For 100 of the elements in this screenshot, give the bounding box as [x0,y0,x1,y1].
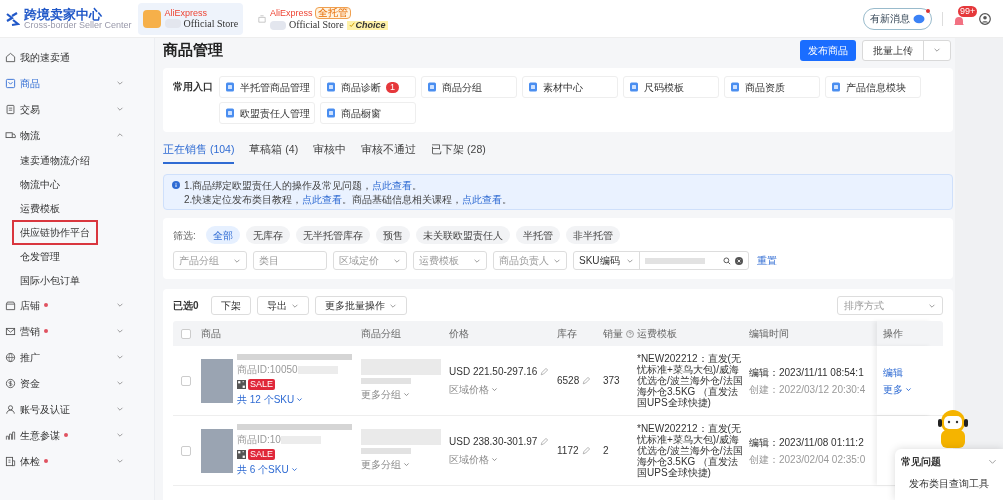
more-groups-link[interactable]: 更多分组 [361,457,449,472]
sidebar-item[interactable]: 交易 [0,96,154,122]
chevron-down-icon [403,461,410,468]
sidebar-subitem[interactable]: 供应链协作平台 [12,219,98,245]
sku-search-field[interactable]: SKU编码 [573,251,749,270]
quick-entry-button[interactable]: 商品资质 [724,76,820,98]
filter-label: 筛选: [173,228,196,243]
view-link[interactable]: 点此查看 [462,194,503,205]
row-checkbox[interactable] [181,375,191,386]
bulk-action-button[interactable]: 下架 [210,296,251,315]
filter-chip[interactable]: 无库存 [245,226,290,244]
sidebar-item[interactable]: 生意参谋 [0,422,154,448]
filter-chip[interactable]: 半托管 [515,226,560,244]
quick-entry-button[interactable]: 欧盟责任人管理 [219,102,315,124]
row-checkbox[interactable] [181,445,191,456]
bulk-action-button[interactable]: 导出 [256,296,309,315]
quick-entry-button[interactable]: 素材中心 [522,76,618,98]
qr-code-icon[interactable] [237,380,246,389]
filter-chip[interactable]: 预售 [375,226,410,244]
chevron-down-icon [403,391,410,398]
sidebar-subitem[interactable]: 速卖通物流介绍 [12,147,98,173]
regional-price-link[interactable]: 区域价格 [449,382,557,397]
sidebar-item[interactable]: 店铺 [0,292,154,318]
bell-icon[interactable] [953,14,965,27]
price: USD 238.30-301.97 [449,434,557,449]
row-checkbox[interactable] [181,328,191,339]
column-header: 销量 [603,327,623,341]
quick-entry-button[interactable]: 尺码模板 [623,76,719,98]
status-tab[interactable]: 审核不通过 [361,142,417,164]
store-brand: AliExpress [164,8,208,18]
sidebar-item[interactable]: 物流 [0,122,154,148]
chevron-down-icon[interactable] [988,457,997,466]
search-icon[interactable] [722,256,731,265]
stock: 6528 [557,373,591,388]
quick-entry-button[interactable]: 商品橱窗 [320,102,416,124]
status-tab[interactable]: 草稿箱 (4) [249,142,299,164]
pencil-icon[interactable] [581,446,590,455]
clear-icon[interactable] [734,256,743,265]
row-action-link[interactable]: 编辑 [883,364,932,380]
user-avatar-icon[interactable] [979,12,991,25]
batch-upload-button[interactable]: 批量上传 [863,40,924,60]
app-icon [326,108,336,118]
sidebar-subitem[interactable]: 国际小包订单 [12,267,88,293]
quick-entry-button[interactable]: 半托管商品管理 [219,76,315,98]
sidebar-item[interactable]: 推广 [0,344,154,370]
chevron-down-icon [491,386,498,393]
sidebar-subitem[interactable]: 仓发管理 [12,243,68,269]
robot-mascot-drawing[interactable] [935,408,971,448]
qr-code-icon[interactable] [237,450,246,459]
quick-entry-button[interactable]: 商品分组 [421,76,517,98]
status-tab[interactable]: 审核中 [313,142,347,164]
filter-chip[interactable]: 非半托管 [565,226,620,244]
help-icon[interactable] [626,329,634,338]
shipping-template: *NEW202212：直发(无忧标准+菜鸟大包)/威海优选仓/波兰海外仓/法国海外仓3.5KG （直发法国UPS全球快捷) [637,353,744,408]
sidebar-item[interactable]: 账号及认证 [0,396,154,422]
column-header: 编辑时间 [749,327,789,341]
chevron-down-icon [116,105,124,113]
category-input[interactable]: 类目 [253,251,327,270]
app-icon [225,82,235,92]
chevron-down-icon [116,301,124,309]
filter-chip[interactable]: 无半托管库存 [295,226,370,244]
photo-placeholder [201,358,233,403]
view-link[interactable]: 点此查看 [372,180,413,191]
bulk-action-button[interactable]: 更多批量操作 [314,296,407,315]
pencil-icon[interactable] [582,376,591,385]
page-title: 商品管理 [163,39,224,60]
regional-price-link[interactable]: 区域价格 [449,452,557,467]
status-tab[interactable]: 正在销售 (104) [163,142,235,164]
quick-entry-button[interactable]: 商品诊断 1 [320,76,416,98]
view-link[interactable]: 点此查看 [302,194,343,205]
publish-button[interactable]: 发布商品 [800,39,856,61]
pencil-icon[interactable] [540,437,549,446]
store-badge: 全托管 [314,7,351,19]
notice-line: 2.快速定位发布类目教程，点此查看。商品基础信息相关课程，点此查看。 [184,193,513,206]
sku-count-link[interactable]: 共 12 个SKU [237,392,352,407]
pencil-icon[interactable] [540,367,549,376]
count-badge: 1 [386,81,399,93]
store-tab[interactable]: AliExpress Official Store [137,2,244,35]
sidebar-item[interactable]: 商品 [0,70,154,96]
status-tab[interactable]: 已下架 (28) [431,142,486,164]
sidebar-subitem[interactable]: 物流中心 [12,171,68,197]
filter-chip[interactable]: 未关联欧盟责任人 [415,226,510,244]
document-icon [5,103,16,115]
help-link[interactable]: 发布类目查询工具 [901,476,997,491]
sidebar-item[interactable]: 资金 [0,370,154,396]
sku-count-link[interactable]: 共 6 个SKU [237,462,352,477]
filter-chip[interactable]: 全部 [205,226,240,244]
sidebar-subitem[interactable]: 运费模板 [12,195,68,221]
more-groups-link[interactable]: 更多分组 [361,387,449,402]
sidebar-item[interactable]: 我的速卖通 [0,44,154,70]
sidebar-item[interactable]: 营销 [0,318,154,344]
chevron-down-icon [296,396,304,403]
quick-entry-button[interactable]: 产品信息模块 [825,76,921,98]
bar-chart-icon [5,429,16,441]
message-button[interactable]: 有新消息 [863,7,932,30]
reset-link[interactable]: 重置 [756,253,777,268]
sidebar-item[interactable]: 体检 [0,448,154,474]
row-action-link[interactable]: 更多 [883,381,932,397]
store-name-blur [270,20,287,30]
chevron-down-icon [905,385,912,393]
